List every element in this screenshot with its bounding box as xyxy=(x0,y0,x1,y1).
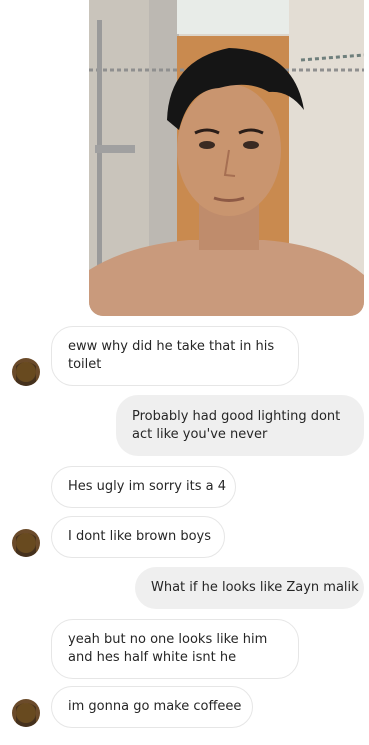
message-text: toilet xyxy=(68,357,102,372)
message-text: im gonna go make coffeee xyxy=(68,699,242,714)
message-text: and hes half white isnt he xyxy=(68,650,237,665)
avatar[interactable] xyxy=(12,358,40,386)
message-text: Hes ugly im sorry its a 4 xyxy=(68,479,227,494)
message-bubble[interactable]: im gonna go make coffeee xyxy=(51,686,253,728)
message-text: Probably had good lighting dont xyxy=(132,408,341,424)
message-text: eww why did he take that in his xyxy=(68,339,275,354)
message-bubble[interactable]: I dont like brown boys xyxy=(51,516,225,558)
message-bubble[interactable]: eww why did he take that in his toilet xyxy=(51,326,299,386)
message-bubble[interactable]: Hes ugly im sorry its a 4 xyxy=(51,466,236,508)
avatar-image xyxy=(12,529,40,557)
message-text: yeah but no one looks like him xyxy=(68,632,268,647)
photo-image xyxy=(89,0,364,316)
avatar[interactable] xyxy=(12,699,40,727)
avatar[interactable] xyxy=(12,529,40,557)
message-text: I dont like brown boys xyxy=(68,529,211,544)
message-bubble[interactable]: Probably had good lighting dont act like… xyxy=(116,395,364,456)
message-text: What if he looks like Zayn malik xyxy=(151,580,359,595)
avatar-image xyxy=(12,699,40,727)
message-bubble[interactable]: yeah but no one looks like him and hes h… xyxy=(51,619,299,679)
avatar-image xyxy=(12,358,40,386)
shared-photo[interactable] xyxy=(89,0,364,316)
message-bubble[interactable]: What if he looks like Zayn malik xyxy=(135,567,364,609)
message-text: act like you've never xyxy=(132,426,268,442)
